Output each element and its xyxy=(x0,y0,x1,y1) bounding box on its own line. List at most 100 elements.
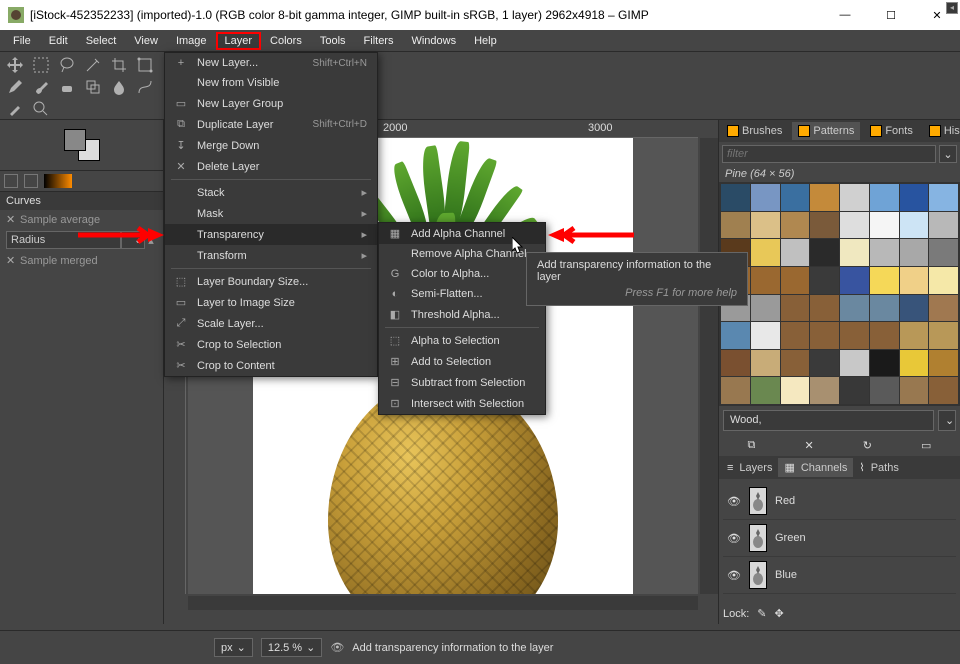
pattern-swatch[interactable] xyxy=(840,350,869,377)
pattern-swatch[interactable] xyxy=(840,295,869,322)
pattern-swatch[interactable] xyxy=(810,184,839,211)
pattern-swatch[interactable] xyxy=(751,239,780,266)
pattern-swatch[interactable] xyxy=(781,322,810,349)
pattern-swatch[interactable] xyxy=(929,184,958,211)
menu-item[interactable]: ✂Crop to Content xyxy=(165,355,377,376)
tool-opt-icon[interactable] xyxy=(4,174,18,188)
channel-row[interactable]: 👁Red xyxy=(723,483,956,520)
pattern-swatch[interactable] xyxy=(810,239,839,266)
clone-icon[interactable] xyxy=(84,78,102,96)
duplicate-pattern-icon[interactable]: ⧉ xyxy=(748,439,756,452)
pattern-swatch[interactable] xyxy=(810,267,839,294)
pattern-swatch[interactable] xyxy=(721,377,750,404)
visibility-icon[interactable]: 👁 xyxy=(727,495,741,508)
zoom-icon[interactable] xyxy=(32,100,50,118)
tab-brushes[interactable]: Brushes xyxy=(721,122,788,140)
menu-item[interactable]: ▭New Layer Group xyxy=(165,93,377,114)
pattern-swatch[interactable] xyxy=(810,322,839,349)
tab-history[interactable]: History xyxy=(923,122,960,140)
pattern-dropdown-icon[interactable]: ⌄ xyxy=(938,410,956,431)
pattern-swatch[interactable] xyxy=(900,239,929,266)
pattern-swatch[interactable] xyxy=(840,267,869,294)
transform-icon[interactable] xyxy=(136,56,154,74)
pattern-swatch[interactable] xyxy=(840,239,869,266)
lasso-icon[interactable] xyxy=(58,56,76,74)
pattern-swatch[interactable] xyxy=(810,212,839,239)
menu-item[interactable]: ⧉Duplicate LayerShift+Ctrl+D xyxy=(165,114,377,135)
menu-layer[interactable]: Layer xyxy=(216,32,262,50)
menu-item[interactable]: Transform▸ xyxy=(165,245,377,266)
pattern-swatch[interactable] xyxy=(781,350,810,377)
pattern-swatch[interactable] xyxy=(900,267,929,294)
menu-item[interactable]: ⬚Alpha to Selection xyxy=(379,330,545,351)
pattern-swatch[interactable] xyxy=(810,295,839,322)
menu-item[interactable]: ⊞Add to Selection xyxy=(379,351,545,372)
pattern-swatch[interactable] xyxy=(840,212,869,239)
menu-colors[interactable]: Colors xyxy=(261,32,311,50)
pattern-swatch[interactable] xyxy=(870,377,899,404)
pattern-swatch[interactable] xyxy=(870,239,899,266)
scrollbar-vertical[interactable] xyxy=(700,138,718,594)
visibility-icon[interactable]: 👁 xyxy=(727,569,741,582)
channel-row[interactable]: 👁Blue xyxy=(723,557,956,594)
pattern-swatch[interactable] xyxy=(929,295,958,322)
pattern-swatch[interactable] xyxy=(929,239,958,266)
delete-pattern-icon[interactable]: ✕ xyxy=(804,439,813,452)
pattern-swatch[interactable] xyxy=(840,377,869,404)
menu-item[interactable]: Mask▸ xyxy=(165,203,377,224)
pattern-swatch[interactable] xyxy=(870,295,899,322)
menu-image[interactable]: Image xyxy=(167,32,216,50)
panel-toggle-icon[interactable]: ◂ xyxy=(946,2,958,14)
pattern-swatch[interactable] xyxy=(810,377,839,404)
menu-file[interactable]: File xyxy=(4,32,40,50)
menu-item[interactable]: ⊟Subtract from Selection xyxy=(379,372,545,393)
menu-item[interactable]: +New Layer...Shift+Ctrl+N xyxy=(165,53,377,73)
menu-view[interactable]: View xyxy=(125,32,167,50)
menu-windows[interactable]: Windows xyxy=(402,32,465,50)
pattern-swatch[interactable] xyxy=(900,184,929,211)
pattern-swatch[interactable] xyxy=(751,377,780,404)
pattern-swatch[interactable] xyxy=(870,184,899,211)
zoom-selector[interactable]: 12.5 %⌄ xyxy=(261,638,322,657)
pattern-swatch[interactable] xyxy=(840,184,869,211)
pattern-swatch[interactable] xyxy=(900,295,929,322)
lock-move-icon[interactable]: ✥ xyxy=(775,607,784,620)
tab-patterns[interactable]: Patterns xyxy=(792,122,860,140)
pattern-swatch[interactable] xyxy=(781,184,810,211)
menu-item[interactable]: ▭Layer to Image Size xyxy=(165,292,377,313)
pattern-swatch[interactable] xyxy=(721,212,750,239)
pattern-swatch[interactable] xyxy=(900,350,929,377)
menu-help[interactable]: Help xyxy=(465,32,506,50)
crop-icon[interactable] xyxy=(110,56,128,74)
pattern-swatch[interactable] xyxy=(751,212,780,239)
menu-item[interactable]: ⤢Scale Layer... xyxy=(165,313,377,334)
move-tool-icon[interactable] xyxy=(6,56,24,74)
menu-item[interactable]: GColor to Alpha... xyxy=(379,264,545,284)
open-folder-icon[interactable]: ▭ xyxy=(921,439,931,452)
visibility-icon[interactable]: 👁 xyxy=(727,532,741,545)
pattern-swatch[interactable] xyxy=(781,377,810,404)
close-icon[interactable]: ✕ xyxy=(6,254,16,267)
maximize-button[interactable]: ☐ xyxy=(868,0,914,30)
eraser-icon[interactable] xyxy=(58,78,76,96)
smudge-icon[interactable] xyxy=(110,78,128,96)
pattern-swatch[interactable] xyxy=(870,350,899,377)
pattern-swatch[interactable] xyxy=(781,267,810,294)
path-icon[interactable] xyxy=(136,78,154,96)
pattern-swatch[interactable] xyxy=(929,377,958,404)
unit-selector[interactable]: px⌄ xyxy=(214,638,253,657)
pattern-swatch[interactable] xyxy=(900,377,929,404)
pattern-swatch[interactable] xyxy=(900,322,929,349)
refresh-pattern-icon[interactable]: ↻ xyxy=(863,439,872,452)
menu-tools[interactable]: Tools xyxy=(311,32,355,50)
menu-item[interactable]: Transparency▸ xyxy=(165,224,377,245)
wand-icon[interactable] xyxy=(84,56,102,74)
pattern-swatch[interactable] xyxy=(751,295,780,322)
pattern-swatch[interactable] xyxy=(721,322,750,349)
pattern-swatch[interactable] xyxy=(929,267,958,294)
menu-select[interactable]: Select xyxy=(77,32,126,50)
pattern-swatch[interactable] xyxy=(781,239,810,266)
picker-icon[interactable] xyxy=(6,100,24,118)
pattern-swatch[interactable] xyxy=(751,267,780,294)
pattern-swatch[interactable] xyxy=(870,322,899,349)
